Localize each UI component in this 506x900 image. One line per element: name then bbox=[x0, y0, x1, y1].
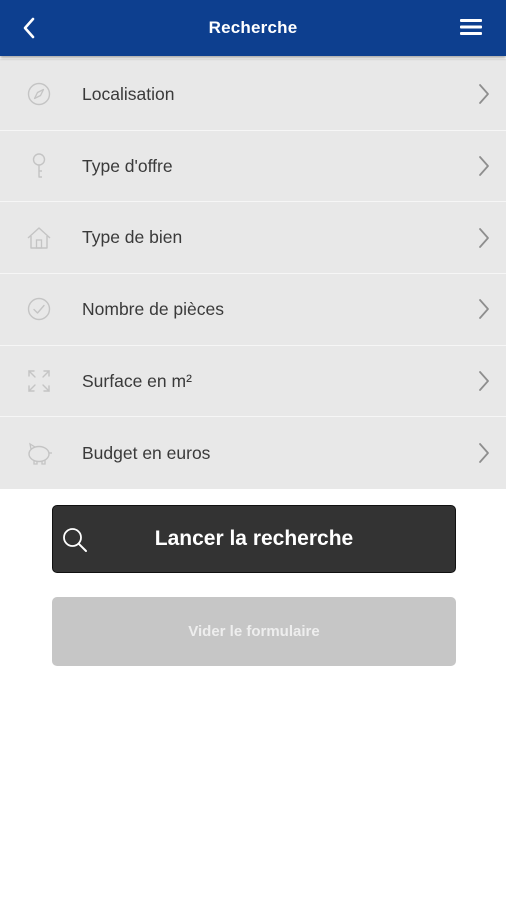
key-icon bbox=[25, 152, 53, 180]
chevron-left-icon bbox=[23, 17, 35, 39]
criteria-item-label: Type d'offre bbox=[82, 155, 173, 176]
criteria-item-label: Type de bien bbox=[82, 227, 183, 248]
criteria-item-budget[interactable]: Budget en euros bbox=[0, 417, 506, 489]
app-header: Recherche bbox=[0, 0, 506, 56]
search-icon bbox=[63, 528, 87, 552]
chevron-right-icon bbox=[476, 297, 492, 321]
criteria-item-label: Budget en euros bbox=[82, 442, 211, 463]
criteria-item-surface[interactable]: Surface en m² bbox=[0, 346, 506, 418]
page-title: Recherche bbox=[208, 18, 298, 37]
piggy-bank-icon bbox=[25, 439, 53, 467]
chevron-right-icon bbox=[476, 226, 492, 250]
criteria-item-label: Localisation bbox=[82, 83, 175, 104]
criteria-item-label: Surface en m² bbox=[82, 370, 192, 391]
chevron-right-icon bbox=[476, 369, 492, 393]
search-button-label: Lancer la recherche bbox=[154, 527, 354, 550]
back-button[interactable] bbox=[22, 14, 52, 42]
chevron-right-icon bbox=[476, 441, 492, 465]
criteria-list: Localisation Type d'offre Type de bien N… bbox=[0, 59, 506, 490]
hamburger-menu-icon bbox=[460, 19, 482, 35]
chevron-right-icon bbox=[476, 82, 492, 106]
criteria-item-label: Nombre de pièces bbox=[82, 298, 225, 319]
check-circle-icon bbox=[25, 295, 53, 323]
clear-form-button[interactable]: Vider le formulaire bbox=[52, 597, 456, 666]
clear-form-button-label: Vider le formulaire bbox=[188, 623, 320, 640]
criteria-item-nombre-pieces[interactable]: Nombre de pièces bbox=[0, 274, 506, 346]
compass-icon bbox=[25, 80, 53, 108]
criteria-item-type-bien[interactable]: Type de bien bbox=[0, 202, 506, 275]
expand-arrows-icon bbox=[25, 367, 53, 395]
search-button[interactable]: Lancer la recherche bbox=[52, 505, 456, 573]
criteria-item-localisation[interactable]: Localisation bbox=[0, 59, 506, 131]
menu-button[interactable] bbox=[460, 17, 482, 37]
house-icon bbox=[25, 224, 53, 252]
chevron-right-icon bbox=[476, 154, 492, 178]
criteria-item-type-offre[interactable]: Type d'offre bbox=[0, 131, 506, 203]
